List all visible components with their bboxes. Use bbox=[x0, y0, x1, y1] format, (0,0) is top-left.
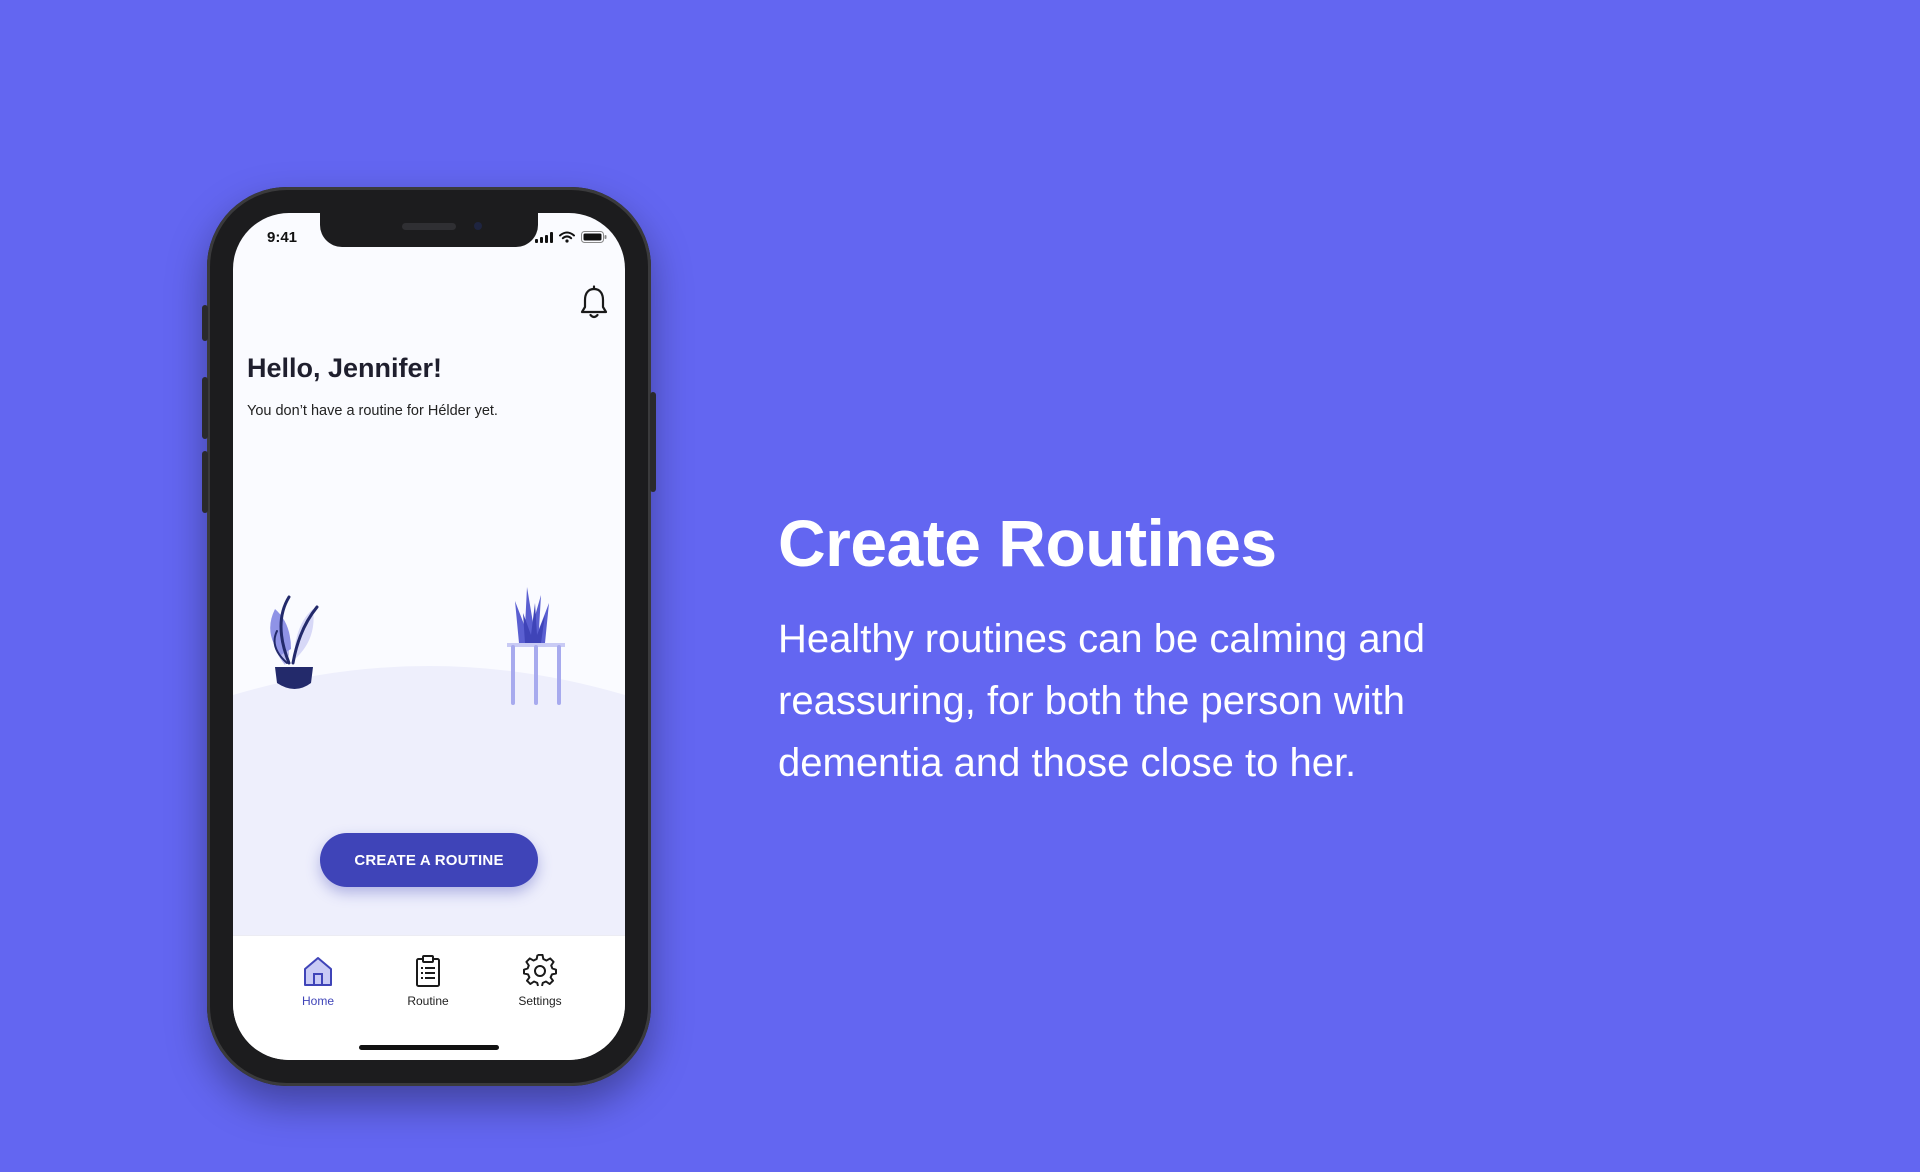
clipboard-icon bbox=[416, 955, 440, 987]
promo-body: Healthy routines can be calming and reas… bbox=[778, 617, 1426, 785]
tab-settings-label: Settings bbox=[518, 994, 562, 1008]
volume-up-button bbox=[202, 377, 208, 439]
plants-illustration bbox=[233, 587, 625, 963]
cellular-signal-icon bbox=[535, 231, 553, 243]
tab-home-label: Home bbox=[301, 994, 334, 1008]
tab-settings[interactable]: Settings bbox=[500, 954, 580, 1008]
gear-icon bbox=[523, 954, 557, 987]
tab-routine[interactable]: Routine bbox=[388, 954, 468, 1008]
no-routine-message: You don’t have a routine for Hélder yet. bbox=[247, 403, 498, 419]
home-indicator bbox=[359, 1045, 499, 1050]
front-camera bbox=[474, 222, 482, 230]
tab-home[interactable]: Home bbox=[278, 954, 358, 1008]
create-routine-button[interactable]: CREATE A ROUTINE bbox=[320, 833, 538, 887]
bottom-tab-bar: Home Routine Settings bbox=[233, 935, 625, 1060]
status-time: 9:41 bbox=[267, 229, 298, 246]
greeting-heading: Hello, Jennifer! bbox=[247, 353, 443, 383]
mute-switch bbox=[202, 305, 208, 341]
tab-routine-label: Routine bbox=[407, 994, 449, 1008]
notch bbox=[320, 213, 538, 247]
home-icon bbox=[304, 957, 332, 986]
bell-icon[interactable] bbox=[577, 285, 611, 321]
status-icons bbox=[535, 231, 607, 243]
promo-headline: Create Routines bbox=[778, 506, 1277, 580]
volume-down-button bbox=[202, 451, 208, 513]
app-screen: 9:41 Hello, Jennifer! You don’t have a r… bbox=[233, 213, 625, 1060]
battery-icon bbox=[581, 231, 607, 243]
speaker-grille bbox=[402, 223, 456, 230]
wifi-icon bbox=[559, 231, 575, 243]
phone-mockup: 9:41 Hello, Jennifer! You don’t have a r… bbox=[202, 187, 656, 1086]
potted-plant-illustration bbox=[270, 595, 319, 689]
power-button bbox=[650, 392, 656, 492]
